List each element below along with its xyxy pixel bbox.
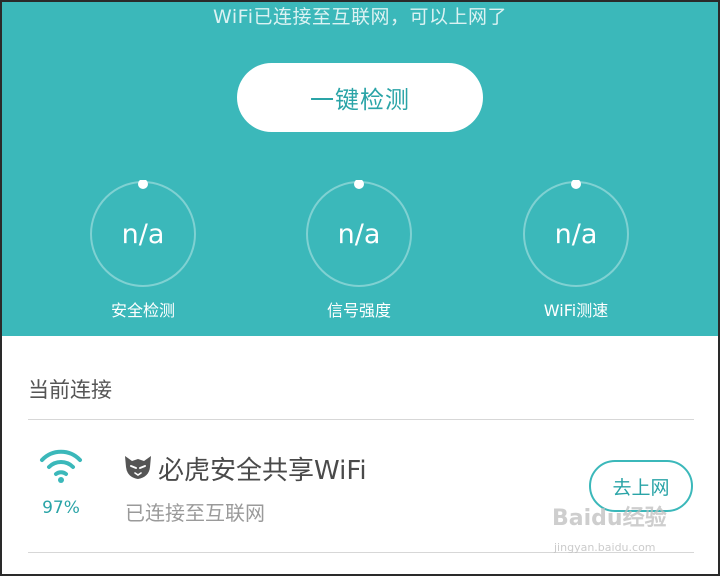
watermark-url: jingyan.baidu.com bbox=[554, 541, 656, 554]
wifi-signal-icon bbox=[40, 449, 82, 483]
gauge-value: n/a bbox=[554, 218, 598, 250]
gauge-label-signal-strength: 信号强度 bbox=[326, 301, 391, 320]
gauge-signal-strength[interactable]: n/a bbox=[305, 180, 413, 288]
network-name: 必虎安全共享WiFi bbox=[158, 456, 367, 486]
header-panel: WiFi已连接至互联网，可以上网了 一键检测 n/a 安全检测 n/a 信号强度… bbox=[0, 0, 720, 336]
signal-percent: 97% bbox=[42, 498, 80, 518]
gauge-label-wifi-speed: WiFi测速 bbox=[543, 301, 609, 320]
gauge-label-security-check: 安全检测 bbox=[110, 301, 175, 320]
gauge-security-check[interactable]: n/a bbox=[89, 180, 197, 288]
tiger-logo-icon bbox=[125, 456, 151, 479]
gauge-value: n/a bbox=[121, 218, 165, 250]
gauge-wifi-speed[interactable]: n/a bbox=[522, 180, 630, 288]
connection-status-text: WiFi已连接至互联网，可以上网了 bbox=[213, 6, 507, 28]
gauge-value: n/a bbox=[337, 218, 381, 250]
network-status: 已连接至互联网 bbox=[125, 501, 265, 525]
one-key-check-button[interactable]: 一键检测 bbox=[237, 63, 483, 132]
watermark-logo: Baidu经验 bbox=[552, 506, 667, 531]
divider bbox=[28, 419, 694, 420]
section-title-current-connection: 当前连接 bbox=[28, 378, 112, 402]
